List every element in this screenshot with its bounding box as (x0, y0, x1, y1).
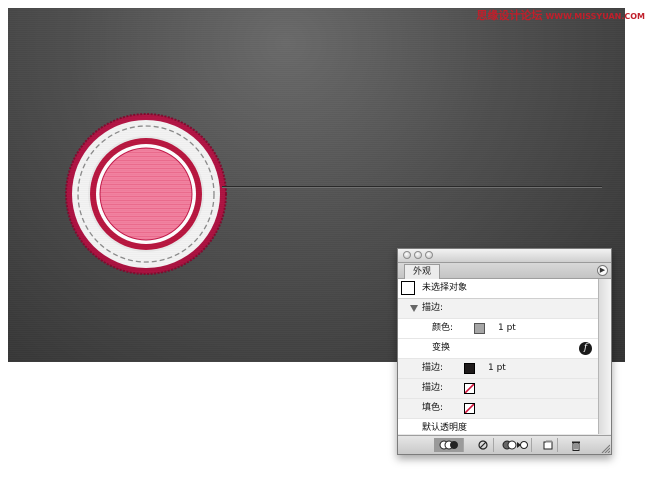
duplicate-item-button[interactable] (538, 438, 558, 452)
row-label: 填色: (422, 403, 444, 413)
appearance-panel: 外观 ▶ 未选择对象 描边: 颜色: 1 pt 变换 f 描边: 1 pt 描边… (397, 248, 612, 455)
none-swatch-icon[interactable] (464, 383, 475, 394)
tab-appearance[interactable]: 外观 (404, 264, 441, 279)
color-swatch-gray[interactable] (474, 323, 485, 334)
list-item-fill[interactable]: 填色: (398, 399, 598, 419)
divider-line (222, 186, 602, 188)
panel-titlebar[interactable] (398, 249, 611, 263)
clear-appearance-icon (477, 440, 488, 450)
clear-appearance-button[interactable] (472, 438, 494, 452)
basic-appearance-icon (439, 440, 458, 450)
row-label: 描边: (422, 363, 444, 373)
row-value: 1 pt (488, 363, 506, 373)
panel-tabbar: 外观 ▶ (398, 263, 611, 279)
watermark: 思缘设计论坛 WWW.MISSYUAN.COM (476, 7, 645, 23)
list-item-stroke-group[interactable]: 描边: (398, 299, 598, 319)
badge-artwork (65, 113, 227, 275)
list-item-no-selection[interactable]: 未选择对象 (398, 279, 598, 299)
watermark-domain: WWW.MISSYUAN.COM (545, 12, 645, 21)
reduce-to-basic-button[interactable] (498, 438, 532, 452)
minimize-button[interactable] (414, 251, 422, 259)
row-label: 默认透明度 (422, 423, 468, 433)
duplicate-item-icon (543, 440, 552, 450)
disclosure-triangle-icon[interactable] (410, 305, 418, 312)
reduce-to-basic-icon (502, 440, 528, 450)
zoom-button[interactable] (425, 251, 433, 259)
none-swatch-icon[interactable] (464, 403, 475, 414)
list-item-stroke-2[interactable]: 描边: (398, 379, 598, 399)
list-item-color[interactable]: 颜色: 1 pt (398, 319, 598, 339)
row-label: 颜色: (432, 323, 454, 333)
appearance-list: 未选择对象 描边: 颜色: 1 pt 变换 f 描边: 1 pt 描边: 填色: (398, 279, 598, 434)
effect-icon[interactable]: f (579, 342, 592, 355)
color-swatch-black[interactable] (464, 363, 475, 374)
panel-bottom-toolbar (398, 435, 611, 454)
watermark-text: 思缘设计论坛 (476, 9, 543, 22)
list-item-stroke-1[interactable]: 描边: 1 pt (398, 359, 598, 379)
row-label: 未选择对象 (422, 283, 468, 293)
resize-grip-icon[interactable] (600, 443, 610, 453)
panel-scrollbar[interactable] (598, 279, 611, 434)
row-label: 变换 (432, 343, 451, 353)
delete-item-button[interactable] (566, 438, 586, 452)
list-item-default-opacity[interactable]: 默认透明度 (398, 419, 598, 434)
trash-icon (572, 441, 580, 451)
panel-menu-button[interactable]: ▶ (597, 265, 608, 276)
close-button[interactable] (403, 251, 411, 259)
row-value: 1 pt (498, 323, 516, 333)
row-label: 描边: (422, 383, 444, 393)
row-label: 描边: (422, 303, 444, 313)
basic-appearance-button[interactable] (434, 438, 464, 452)
object-thumbnail (401, 281, 415, 295)
list-item-transform[interactable]: 变换 f (398, 339, 598, 359)
